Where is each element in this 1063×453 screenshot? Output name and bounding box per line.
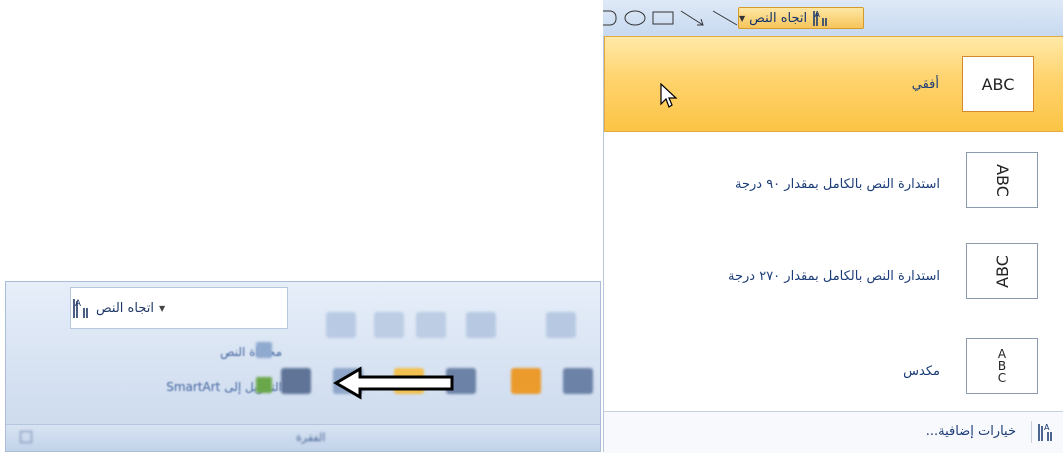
mouse-cursor-icon <box>660 83 678 108</box>
ribbon-text-direction-button[interactable]: ▼ اتجاه النص A <box>70 287 288 329</box>
increase-indent-button[interactable] <box>374 312 404 338</box>
text-direction-options-icon: A <box>1031 421 1056 443</box>
menu-item-label: استدارة النص بالكامل بمقدار ٩٠ درجة <box>734 177 940 192</box>
horizontal-preview-icon: ABC <box>962 56 1034 112</box>
menu-item-stacked[interactable]: A B C مكدس <box>604 318 1063 411</box>
decrease-indent-button[interactable] <box>416 312 446 338</box>
menu-item-rotate-90[interactable]: ABC استدارة النص بالكامل بمقدار ٩٠ درجة <box>604 132 1063 225</box>
menu-item-label: مكدس <box>903 364 940 379</box>
columns-button[interactable] <box>281 368 311 394</box>
dialog-launcher-icon[interactable] <box>20 431 32 443</box>
rounded-rect-icon[interactable] <box>603 9 619 27</box>
more-options-label: خيارات إضافية... <box>925 424 1016 439</box>
line-spacing-button[interactable] <box>326 312 356 338</box>
text-direction-menu: ABC أفقي ABC استدارة النص بالكامل بمقدار… <box>603 36 1063 453</box>
rectangle-icon[interactable] <box>651 9 675 27</box>
stacked-preview-icon: A B C <box>966 338 1038 394</box>
ribbon-text-direction-label: اتجاه النص <box>96 300 154 316</box>
line-icon[interactable] <box>711 9 739 27</box>
text-direction-button[interactable]: A اتجاه النص ▼ <box>738 7 864 29</box>
more-options-item[interactable]: خيارات إضافية... A <box>604 411 1063 453</box>
text-direction-icon: A <box>813 10 827 26</box>
text-direction-icon: A <box>73 299 88 318</box>
menu-item-label: أفقي <box>911 77 939 92</box>
rotate-270-preview-icon: ABC <box>966 243 1038 299</box>
arrow-icon[interactable] <box>679 9 707 27</box>
smartart-icon <box>256 377 272 393</box>
ribbon-group-footer: الفقرة <box>6 424 600 451</box>
align-left-button[interactable] <box>511 368 541 394</box>
chevron-down-icon: ▼ <box>158 303 166 313</box>
group-label: الفقرة <box>296 431 326 444</box>
pointer-arrow-icon <box>333 366 454 400</box>
chevron-down-icon: ▼ <box>739 13 746 23</box>
numbering-button[interactable] <box>466 312 496 338</box>
svg-text:A: A <box>75 299 82 309</box>
bullets-button[interactable] <box>546 312 576 338</box>
rotate-90-preview-icon: ABC <box>966 152 1038 208</box>
align-text-icon <box>256 342 272 358</box>
menu-item-horizontal[interactable]: ABC أفقي <box>604 36 1063 132</box>
ltr-button[interactable] <box>563 368 593 394</box>
menu-item-rotate-270[interactable]: ABC استدارة النص بالكامل بمقدار ٢٧٠ درجة <box>604 225 1063 318</box>
paragraph-ribbon-group: ▼ اتجاه النص A محاذاة النص التحويل إلى S… <box>5 281 601 452</box>
menu-item-label: استدارة النص بالكامل بمقدار ٢٧٠ درجة <box>728 269 940 284</box>
svg-text:A: A <box>1044 423 1050 432</box>
ellipse-icon[interactable] <box>623 9 647 27</box>
text-direction-label: اتجاه النص <box>749 10 808 26</box>
align-text-button[interactable]: محاذاة النص <box>220 345 282 359</box>
